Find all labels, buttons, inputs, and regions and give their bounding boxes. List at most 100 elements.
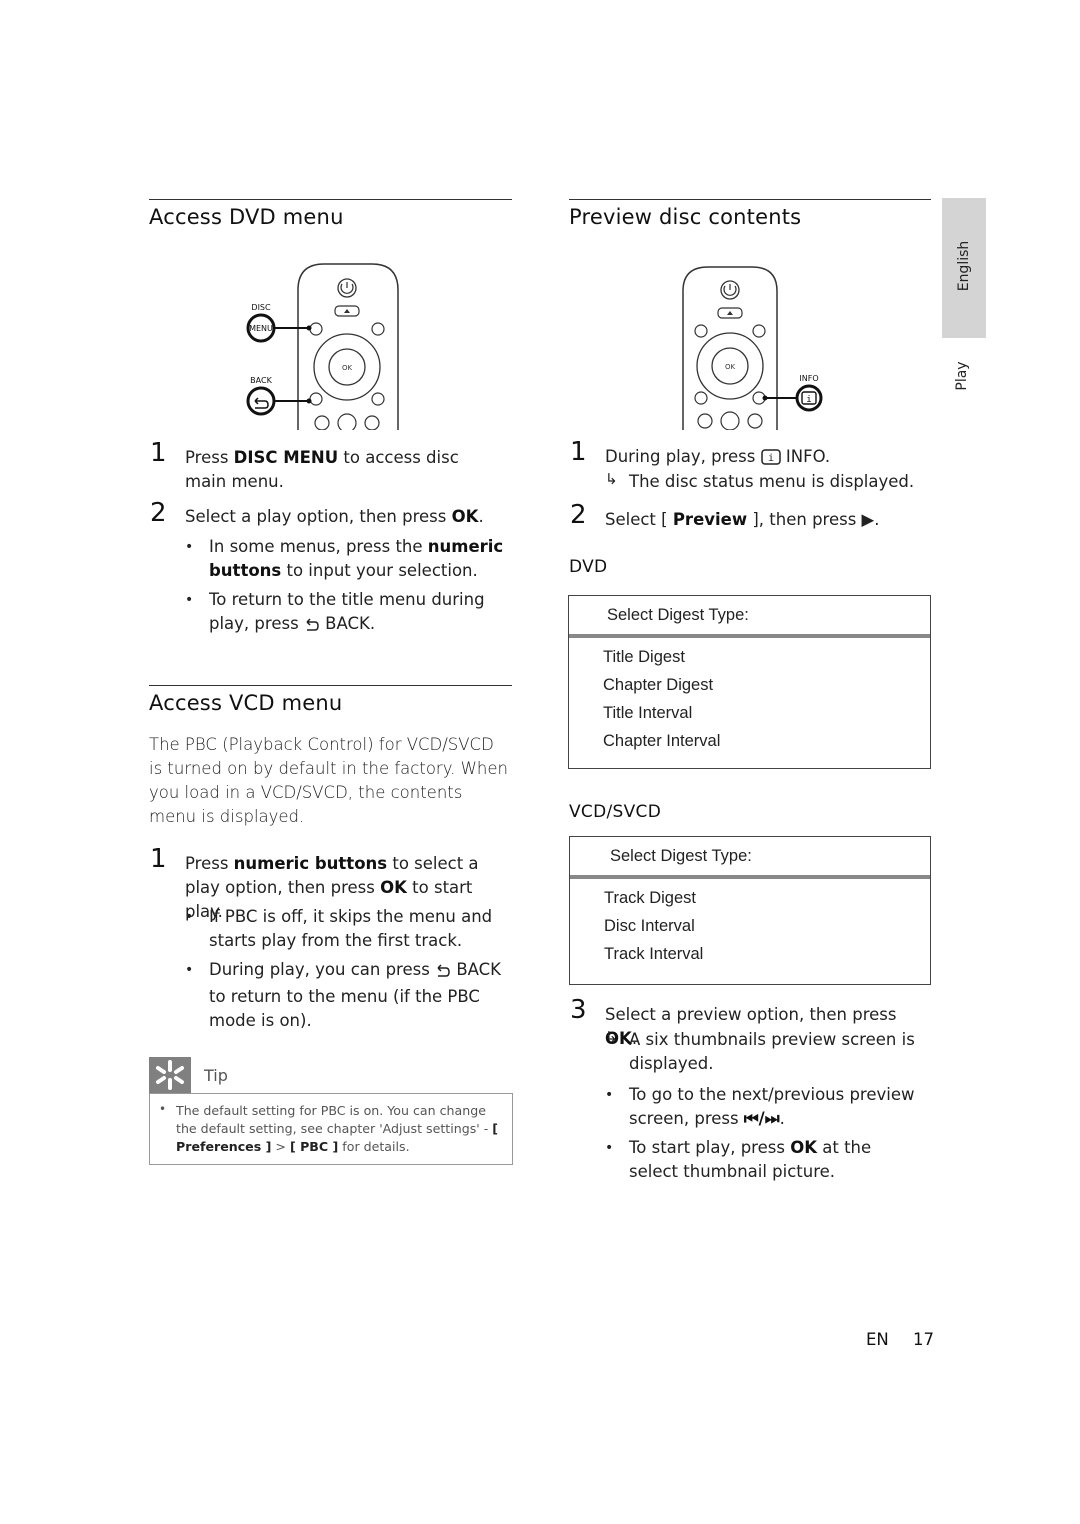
svg-text:i: i — [806, 395, 811, 405]
key-name: BACK — [456, 960, 501, 979]
vcd-intro-paragraph: The PBC (Playback Control) for VCD/SVCD … — [149, 735, 508, 826]
bullet-text-part: to input your selection. — [281, 561, 478, 580]
tip-text-part: for details. — [338, 1139, 410, 1154]
bullet-item: • To start play, press OK at the select … — [605, 1136, 924, 1184]
key-name: DISC MENU — [233, 448, 339, 467]
section-tab-label: Play — [954, 361, 970, 391]
svg-text:DISC: DISC — [251, 303, 271, 312]
page-number: 17 — [913, 1330, 934, 1349]
bullet-dot-icon: • — [185, 592, 194, 608]
bullet-dot-icon: • — [185, 909, 194, 925]
step-text-part: . — [478, 507, 484, 526]
result-arrow-icon: ↳ — [605, 470, 618, 488]
footer-language: EN — [866, 1330, 889, 1349]
bullet-text-part: If PBC is off, it skips the menu and sta… — [209, 907, 493, 950]
svg-text:i: i — [768, 453, 774, 464]
section-rule — [149, 685, 512, 686]
step-number: 1 — [150, 844, 167, 874]
key-name: numeric buttons — [233, 854, 388, 873]
key-name: INFO — [785, 447, 825, 466]
svg-text:BACK: BACK — [250, 376, 272, 385]
menu-item[interactable]: Title Interval — [603, 704, 692, 723]
bullet-item: • To go to the next/previous preview scr… — [605, 1083, 924, 1131]
dvd-digest-menu: Select Digest Type: Title Digest Chapter… — [568, 595, 931, 769]
menu-item[interactable]: Title Digest — [603, 648, 685, 667]
tip-box: • The default setting for PBC is on. You… — [149, 1093, 513, 1165]
bullet-dot-icon: • — [185, 539, 194, 555]
result-text: The disc status menu is displayed. — [629, 472, 915, 491]
tip-text: The default setting for PBC is on. You c… — [176, 1102, 506, 1156]
step-number: 1 — [570, 437, 587, 467]
key-name: BACK — [325, 614, 370, 633]
remote-illustration-info: OK i INFO — [680, 265, 830, 430]
svg-text:MENU: MENU — [249, 324, 273, 333]
info-icon: i — [760, 448, 781, 472]
step-text-part: Select [ — [605, 510, 673, 529]
step-text-part: During play, press — [605, 447, 761, 466]
step-number: 2 — [150, 498, 167, 528]
bullet-text-part: To start play, press — [629, 1138, 791, 1157]
step-result: ↳ The disc status menu is displayed. — [605, 470, 929, 494]
result-arrow-icon: ↳ — [605, 1028, 618, 1046]
vcd-digest-menu: Select Digest Type: Track Digest Disc In… — [569, 836, 931, 985]
menu-header-title: Select Digest Type: — [607, 606, 749, 624]
menu-path-pbc: [ PBC ] — [289, 1139, 339, 1154]
language-tab: English — [942, 198, 986, 338]
bullet-text-part: During play, you can press — [209, 960, 436, 979]
menu-item[interactable]: Chapter Interval — [603, 732, 720, 751]
svg-text:INFO: INFO — [799, 374, 818, 383]
section-title-vcd-menu: Access VCD menu — [149, 691, 343, 715]
step-text: During play, press i INFO. — [605, 445, 925, 472]
step-text-part: Select a play option, then press — [185, 507, 452, 526]
menu-header-title: Select Digest Type: — [610, 847, 752, 865]
step-text: Select a play option, then press OK. — [185, 505, 505, 529]
tip-label: Tip — [204, 1066, 228, 1085]
svg-text:OK: OK — [342, 364, 353, 372]
section-rule — [149, 199, 512, 200]
key-name: OK — [451, 507, 479, 526]
section-rule — [569, 199, 931, 200]
bullet-text-part: to return to the menu (if the PBC mode i… — [209, 987, 480, 1030]
menu-header: Select Digest Type: — [569, 596, 930, 638]
menu-option-name: Preview — [672, 510, 748, 529]
bullet-dot-icon: • — [605, 1087, 614, 1103]
key-name: OK — [380, 878, 407, 897]
menu-item[interactable]: Chapter Digest — [603, 676, 713, 695]
step-number: 1 — [150, 438, 167, 468]
language-tab-label: English — [956, 240, 972, 292]
back-arrow-icon — [435, 961, 451, 985]
step-text-part: Press — [185, 448, 234, 467]
menu-path-separator: > — [271, 1139, 290, 1154]
bullet-item: • To return to the title menu during pla… — [185, 588, 509, 639]
menu-item[interactable]: Track Interval — [604, 945, 703, 964]
section-title-dvd-menu: Access DVD menu — [149, 205, 344, 229]
bullet-dot-icon: • — [605, 1140, 614, 1156]
step-text-part: Press — [185, 854, 234, 873]
menu-header: Select Digest Type: — [570, 837, 930, 879]
bullet-item: • During play, you can press BACK to ret… — [185, 958, 514, 1033]
step-text-part: Select a preview option, then press — [605, 1005, 897, 1024]
bullet-dot-icon: • — [185, 962, 194, 978]
bullet-item: • In some menus, press the numeric butto… — [185, 535, 509, 583]
disc-type-label-vcd: VCD/SVCD — [569, 802, 662, 822]
tip-text-part: The default setting for PBC is on. You c… — [176, 1103, 493, 1136]
svg-text:OK: OK — [725, 363, 736, 371]
step-text-part: ], then press ▶. — [747, 510, 880, 529]
bullet-dot-icon: • — [159, 1102, 167, 1116]
section-title-preview: Preview disc contents — [569, 205, 802, 229]
back-arrow-icon — [304, 615, 320, 639]
bullet-text-part: In some menus, press the — [209, 537, 428, 556]
menu-item[interactable]: Disc Interval — [604, 917, 695, 936]
prev-next-icon: ⏮/⏭ — [743, 1109, 780, 1128]
menu-item[interactable]: Track Digest — [604, 889, 696, 908]
bullet-text-part: . — [369, 614, 376, 633]
bullet-text-part: . — [779, 1109, 785, 1128]
step-number: 2 — [570, 500, 587, 530]
remote-illustration-disc-menu: OK MENU DISC BACK — [240, 260, 410, 430]
tip-icon — [149, 1057, 191, 1093]
step-text: Select [ Preview ], then press ▶. — [605, 508, 925, 532]
result-text: A six thumbnails preview screen is displ… — [629, 1030, 915, 1073]
key-name: OK — [790, 1138, 818, 1157]
step-text-part: . — [824, 447, 831, 466]
bullet-item: • If PBC is off, it skips the menu and s… — [185, 905, 514, 953]
